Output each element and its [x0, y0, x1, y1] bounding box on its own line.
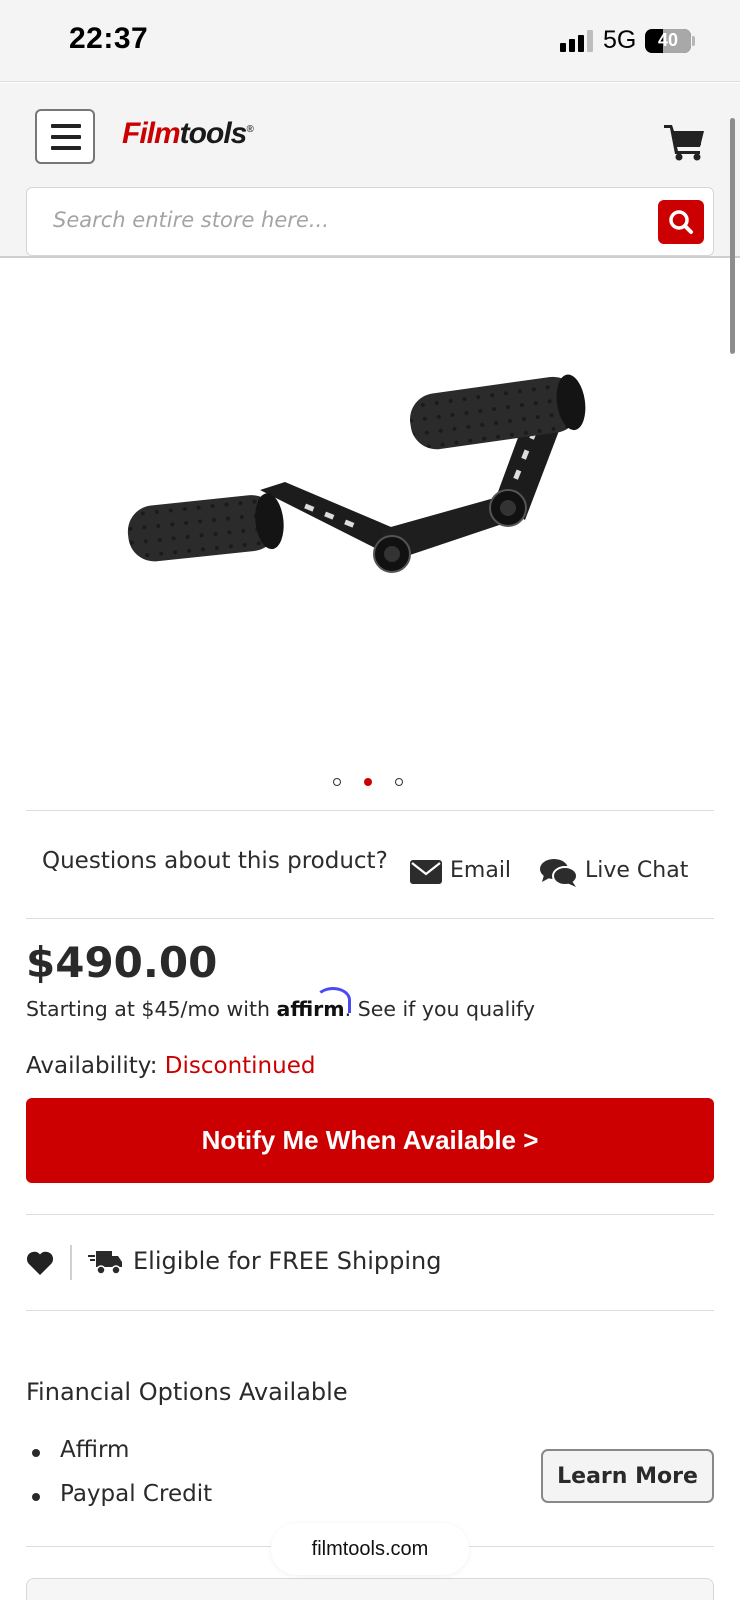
chat-bubbles-icon	[540, 859, 578, 887]
email-label: Email	[450, 858, 512, 883]
search-icon	[669, 210, 693, 234]
status-bar: 22:37 5G 40	[0, 0, 740, 82]
product-image[interactable]	[110, 360, 630, 620]
financing-prefix: Starting at $45/mo with	[26, 997, 277, 1021]
site-header: Filmtools®	[0, 83, 740, 258]
next-section-card	[26, 1578, 714, 1600]
hamburger-menu-icon	[51, 124, 81, 128]
list-item: Affirm	[30, 1437, 212, 1481]
hamburger-menu-button[interactable]	[35, 109, 95, 164]
affirm-logo[interactable]: affirm	[276, 987, 351, 1021]
search-button[interactable]	[658, 200, 704, 244]
gallery-dot-3[interactable]	[395, 778, 403, 786]
cellular-signal-icon	[560, 30, 594, 52]
battery-icon: 40	[645, 29, 691, 53]
search-input[interactable]	[53, 208, 633, 232]
vertical-separator	[70, 1245, 72, 1280]
divider	[26, 1214, 714, 1215]
live-chat-label: Live Chat	[585, 858, 689, 883]
gallery-dot-2[interactable]	[364, 778, 372, 786]
shipping-truck-icon	[88, 1251, 122, 1275]
filmtools-logo[interactable]: Filmtools®	[122, 117, 254, 151]
page-scrollbar[interactable]	[730, 118, 735, 354]
divider	[26, 810, 714, 811]
learn-more-button[interactable]: Learn More	[541, 1449, 714, 1503]
search-box	[26, 187, 714, 256]
shopping-cart-icon[interactable]	[664, 123, 706, 161]
financial-options-list: Affirm Paypal Credit	[30, 1437, 212, 1525]
envelope-icon	[410, 860, 442, 884]
product-price: $490.00	[26, 938, 218, 987]
availability-label: Availability:	[26, 1053, 165, 1079]
list-item: Paypal Credit	[30, 1481, 212, 1525]
free-shipping-label: Eligible for FREE Shipping	[133, 1247, 442, 1275]
divider	[26, 1310, 714, 1311]
browser-url-bar[interactable]: filmtools.com	[271, 1523, 469, 1575]
availability: Availability: Discontinued	[26, 1053, 315, 1079]
live-chat-link[interactable]: Live Chat	[540, 858, 690, 888]
see-if-you-qualify-link[interactable]: . See if you qualify	[345, 997, 535, 1021]
availability-status: Discontinued	[164, 1053, 316, 1079]
heart-icon[interactable]	[26, 1250, 54, 1276]
financing-text: Starting at $45/mo with affirm. See if y…	[26, 987, 535, 1021]
gallery-dot-1[interactable]	[333, 778, 341, 786]
email-link[interactable]: Email	[410, 858, 520, 888]
status-time: 22:37	[69, 22, 149, 55]
gallery-pagination	[330, 776, 410, 790]
product-questions-label: Questions about this product?	[42, 848, 388, 874]
divider	[26, 918, 714, 919]
notify-me-button[interactable]: Notify Me When Available >	[26, 1098, 714, 1183]
battery-tip	[692, 36, 695, 46]
battery-level: 40	[657, 30, 679, 50]
network-type: 5G	[603, 26, 637, 54]
financial-options-title: Financial Options Available	[26, 1378, 348, 1406]
